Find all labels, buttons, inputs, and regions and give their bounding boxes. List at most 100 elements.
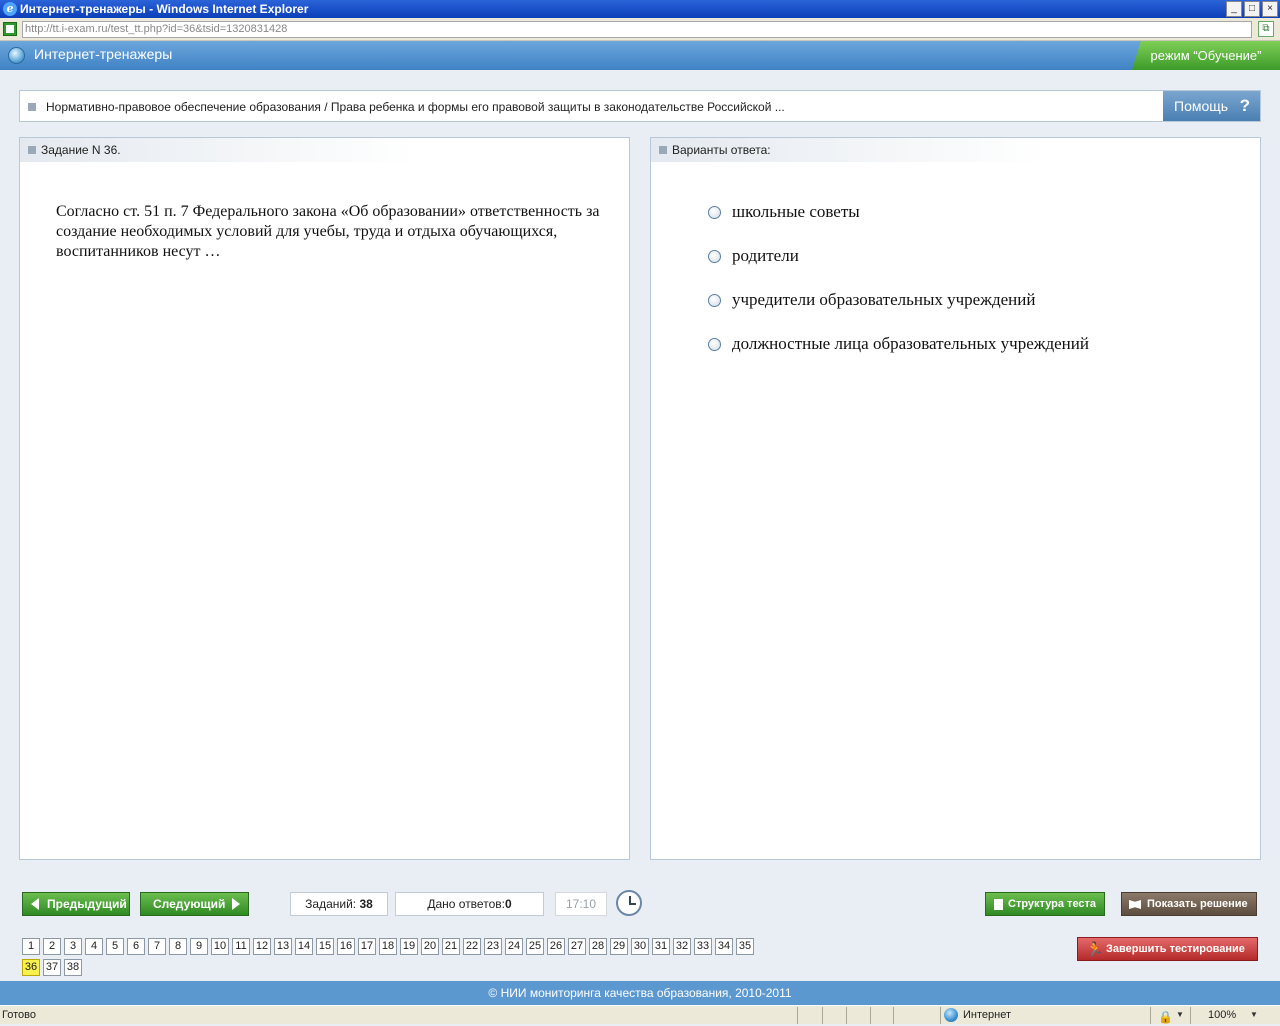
task-number-button[interactable]: 4 [85, 938, 103, 955]
bullet-square-icon [659, 146, 667, 154]
answers-panel-header: Варианты ответа: [651, 138, 1046, 162]
question-text: Согласно ст. 51 п. 7 Федерального закона… [56, 203, 600, 260]
window-titlebar: e Интернет-тренажеры - Windows Internet … [0, 0, 1280, 18]
task-number-button[interactable]: 30 [631, 938, 649, 955]
status-divider [1150, 1007, 1151, 1024]
browser-status-bar: Готово Интернет 🔒 ▼ 100% ▼ [0, 1005, 1280, 1024]
task-number-button[interactable]: 13 [274, 938, 292, 955]
answers-header: Варианты ответа: [672, 143, 771, 157]
previous-button[interactable]: Предыдущий [22, 892, 130, 916]
answers-count-value: 0 [504, 897, 512, 911]
task-number-button[interactable]: 15 [316, 938, 334, 955]
task-number-button[interactable]: 26 [547, 938, 565, 955]
chevron-down-icon[interactable]: ▼ [1250, 1006, 1258, 1024]
radio-button[interactable] [708, 294, 721, 307]
task-number-button[interactable]: 1 [22, 938, 40, 955]
task-number-button[interactable]: 31 [652, 938, 670, 955]
previous-label: Предыдущий [47, 897, 127, 911]
app-header: Интернет-тренажеры режим “Обучение” [0, 41, 1280, 70]
task-panel-header: Задание N 36. [20, 138, 415, 162]
test-structure-button[interactable]: Структура теста [985, 892, 1105, 916]
task-number-button[interactable]: 33 [694, 938, 712, 955]
task-number-button[interactable]: 6 [127, 938, 145, 955]
task-number-button[interactable]: 14 [295, 938, 313, 955]
task-number-button[interactable]: 35 [736, 938, 754, 955]
next-label: Следующий [153, 897, 226, 911]
task-number-button[interactable]: 19 [400, 938, 418, 955]
answer-option-label[interactable]: должностные лица образовательных учрежде… [732, 334, 1089, 354]
task-number-button[interactable]: 8 [169, 938, 187, 955]
test-structure-label: Структура теста [1008, 898, 1097, 910]
answer-option-label[interactable]: учредители образовательных учреждений [732, 290, 1035, 310]
status-divider [940, 1007, 941, 1024]
timer: 17:10 [555, 892, 607, 916]
answer-option-label[interactable]: школьные советы [732, 202, 860, 222]
task-number-button[interactable]: 29 [610, 938, 628, 955]
help-label: Помощь [1174, 98, 1229, 114]
zoom-level[interactable]: 100% [1208, 1006, 1236, 1024]
bullet-square-icon [28, 146, 36, 154]
radio-button[interactable] [708, 250, 721, 263]
task-number-button[interactable]: 21 [442, 938, 460, 955]
task-number-button[interactable]: 7 [148, 938, 166, 955]
radio-button[interactable] [708, 206, 721, 219]
minimize-button[interactable]: _ [1226, 1, 1242, 17]
status-text: Готово [2, 1009, 36, 1021]
compatibility-view-icon[interactable]: ⧉ [1258, 21, 1274, 37]
task-number-button[interactable]: 9 [190, 938, 208, 955]
task-number-button[interactable]: 20 [421, 938, 439, 955]
show-solution-label: Показать решение [1147, 898, 1248, 910]
task-number-button[interactable]: 18 [379, 938, 397, 955]
status-divider [893, 1007, 894, 1024]
show-solution-button[interactable]: Показать решение [1121, 892, 1257, 916]
chevron-down-icon[interactable]: ▼ [1176, 1006, 1184, 1024]
globe-icon [944, 1008, 958, 1022]
task-number-button[interactable]: 25 [526, 938, 544, 955]
maximize-button[interactable]: □ [1244, 1, 1260, 17]
task-number-button[interactable]: 34 [715, 938, 733, 955]
breadcrumb: Нормативно-правовое обеспечение образова… [19, 90, 1261, 122]
finish-test-label: Завершить тестирование [1106, 943, 1245, 955]
tasks-count-box: Заданий: 38 [290, 892, 388, 916]
security-zone: Интернет [963, 1009, 1011, 1021]
task-number-button[interactable]: 36 [22, 959, 40, 976]
finish-test-button[interactable]: 🏃 Завершить тестирование [1077, 937, 1258, 961]
task-number-button[interactable]: 10 [211, 938, 229, 955]
next-button[interactable]: Следующий [140, 892, 249, 916]
help-button[interactable]: Помощь ? [1163, 91, 1260, 121]
task-number-button[interactable]: 38 [64, 959, 82, 976]
task-number-button[interactable]: 27 [568, 938, 586, 955]
task-number-button[interactable]: 12 [253, 938, 271, 955]
url-field[interactable]: http://tt.i-exam.ru/test_tt.php?id=36&ts… [22, 21, 1252, 38]
clock-icon [616, 890, 642, 916]
breadcrumb-text: Нормативно-правовое обеспечение образова… [46, 100, 785, 114]
task-number-button[interactable]: 23 [484, 938, 502, 955]
protected-mode-icon[interactable]: 🔒 [1158, 1008, 1173, 1026]
status-divider [846, 1007, 847, 1024]
task-number-button[interactable]: 5 [106, 938, 124, 955]
task-number-button[interactable]: 32 [673, 938, 691, 955]
close-button[interactable]: × [1262, 1, 1278, 17]
task-number-button[interactable]: 17 [358, 938, 376, 955]
status-divider [1190, 1007, 1191, 1024]
task-number-button[interactable]: 3 [64, 938, 82, 955]
task-number-button[interactable]: 28 [589, 938, 607, 955]
answers-panel: Варианты ответа: школьные советы родител… [650, 137, 1261, 860]
address-bar: http://tt.i-exam.ru/test_tt.php?id=36&ts… [0, 18, 1280, 41]
mode-badge: режим “Обучение” [1132, 41, 1280, 70]
task-number-button[interactable]: 16 [337, 938, 355, 955]
page-icon [3, 22, 17, 36]
radio-button[interactable] [708, 338, 721, 351]
task-number-button[interactable]: 24 [505, 938, 523, 955]
task-number-button[interactable]: 2 [43, 938, 61, 955]
task-number-button[interactable]: 22 [463, 938, 481, 955]
app-logo-icon [8, 47, 25, 64]
question-mark-icon: ? [1239, 96, 1250, 115]
status-divider [822, 1007, 823, 1024]
task-number-button[interactable]: 37 [43, 959, 61, 976]
task-header: Задание N 36. [41, 143, 121, 157]
answer-option-label[interactable]: родители [732, 246, 799, 266]
document-icon [994, 899, 1003, 910]
window-controls: _ □ × [1224, 1, 1278, 17]
task-number-button[interactable]: 11 [232, 938, 250, 955]
